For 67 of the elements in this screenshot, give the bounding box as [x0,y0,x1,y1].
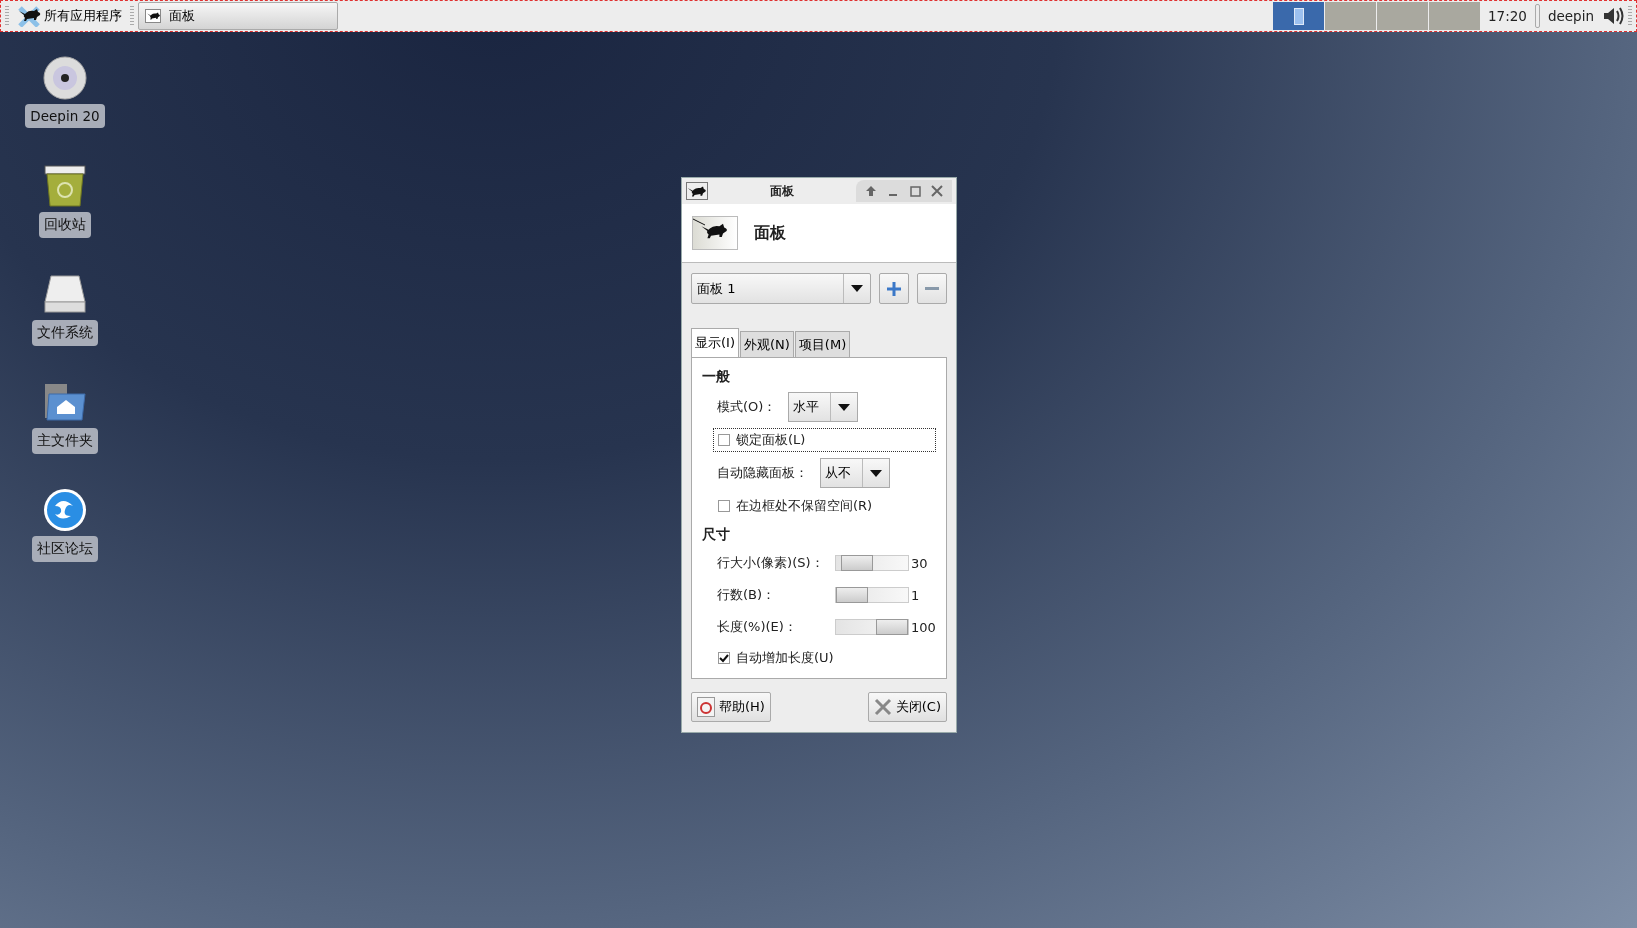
slider-track[interactable] [835,619,909,635]
plus-icon [885,279,904,298]
checkbox-label: 锁定面板(L) [736,431,806,449]
help-button[interactable]: 帮助(H) [691,692,771,722]
section-heading: 尺寸 [702,526,731,544]
panel-dropdown[interactable]: 面板 1 [691,273,872,304]
checkbox-row[interactable]: 在边框处不保留空间(R) [713,494,936,518]
checkbox-row[interactable]: 锁定面板(L) [713,428,936,452]
panel-handle[interactable] [1628,6,1632,26]
slider-value: 1 [910,587,920,603]
disc-icon[interactable] [43,56,87,100]
dialog-heading: 面板 [754,222,786,244]
close-button[interactable] [928,183,946,199]
checkbox[interactable] [718,652,730,664]
slider-track[interactable] [835,555,909,571]
mouse-icon [17,5,41,27]
panel-handle[interactable] [5,6,9,26]
tab[interactable]: 显示(I) [691,328,739,358]
slider-value: 30 [910,555,928,571]
desktop-icon-label[interactable]: 文件系统 [32,320,98,346]
applications-menu-button[interactable]: 所有应用程序 [13,2,126,30]
desktop-icon-label[interactable]: 社区论坛 [32,536,98,562]
minus-icon [924,286,941,291]
field-label: 行大小(像素)(S)： [717,554,825,572]
task-button[interactable]: 面板 [138,2,338,30]
close-dialog-button[interactable]: 关闭(C) [867,692,947,722]
tab[interactable]: 项目(M) [794,331,851,358]
window-thumbnail [1293,7,1304,25]
add-panel-button[interactable] [879,273,910,304]
close-x-icon [873,698,892,716]
desktop-icon-label[interactable]: Deepin 20 [25,104,105,128]
trash-icon[interactable] [43,164,87,208]
checkbox-row[interactable]: 自动增加长度(U) [713,646,936,670]
field-label: 模式(O)： [717,398,777,416]
field-label: 行数(B)： [717,586,777,604]
slider-track[interactable] [835,587,909,603]
section-heading: 一般 [702,368,731,386]
mouse-icon [145,9,161,23]
remove-panel-button[interactable] [917,273,947,304]
slider-value: 100 [910,619,936,635]
user-name[interactable]: deepin [1543,8,1598,24]
checkmark-icon [719,653,729,663]
clock[interactable]: 17:20 [1484,8,1531,24]
caret-down-icon [870,469,882,477]
volume-icon[interactable] [1602,5,1624,27]
checkbox-label: 在边框处不保留空间(R) [736,497,873,515]
field-label: 自动隐藏面板： [717,464,808,482]
desktop-icon-label[interactable]: 主文件夹 [32,428,98,454]
lifebuoy-icon [697,697,715,717]
checkbox[interactable] [718,434,730,446]
slider-thumb[interactable] [876,619,908,635]
drive-icon[interactable] [43,272,87,316]
checkbox-label: 自动增加长度(U) [736,649,834,667]
workspace-button[interactable] [1273,2,1325,30]
slider-thumb[interactable] [836,587,868,603]
field-label: 长度(%)(E)： [717,618,798,636]
slider-thumb[interactable] [840,555,873,571]
dropdown[interactable]: 水平 [788,392,859,422]
window-title: 面板 [769,182,795,200]
caret-down-icon [851,285,864,292]
dropdown[interactable]: 从不 [820,458,890,488]
desktop-icon-label[interactable]: 回收站 [39,212,91,238]
tab[interactable]: 外观(N) [740,331,794,358]
panel-handle[interactable] [130,6,134,26]
caret-down-icon [838,403,851,411]
mouse-icon [686,182,708,200]
checkbox[interactable] [718,500,730,512]
